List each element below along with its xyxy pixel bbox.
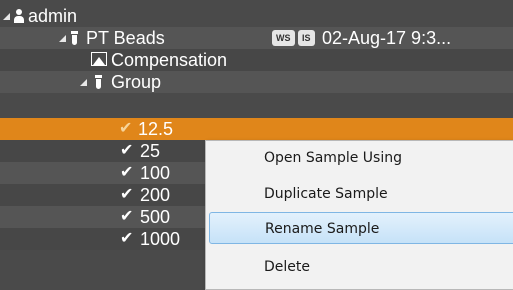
tree-node-label: Compensation xyxy=(111,50,228,70)
person-icon xyxy=(14,9,24,23)
menu-item-delete[interactable]: Delete xyxy=(209,251,513,283)
tree-node-compensation[interactable]: Compensation xyxy=(0,49,513,71)
sample-label: 100 xyxy=(140,163,171,183)
sample-label: 200 xyxy=(140,185,171,205)
tree-node-label: PT Beads xyxy=(86,28,165,48)
check-icon: ✔ xyxy=(120,164,134,181)
menu-item-rename-sample[interactable]: Rename Sample xyxy=(209,212,513,244)
menu-item-duplicate-sample[interactable]: Duplicate Sample xyxy=(209,178,513,210)
context-menu: Open Sample Using Duplicate Sample Renam… xyxy=(205,140,513,290)
tree-node-admin[interactable]: admin xyxy=(0,5,513,27)
is-badge: IS xyxy=(298,30,315,46)
tree-node-label: admin xyxy=(28,6,78,26)
tree-node-label: Group xyxy=(111,72,162,92)
tree-node-experiment[interactable]: PT Beads WS IS 02-Aug-17 9:3... xyxy=(0,27,513,49)
sample-label: 12.5 xyxy=(138,119,174,139)
check-icon: ✔ xyxy=(120,208,134,225)
check-icon: ✔ xyxy=(120,230,134,247)
sample-label: 500 xyxy=(140,207,171,227)
expand-triangle-icon[interactable] xyxy=(80,79,87,86)
check-icon: ✔ xyxy=(119,120,133,137)
tree-node-group[interactable]: Group xyxy=(0,71,513,93)
expand-triangle-icon[interactable] xyxy=(3,13,10,20)
ws-badge: WS xyxy=(272,30,295,46)
tree-node-sample[interactable]: ✔ 12.5 xyxy=(0,118,513,140)
experiment-date: 02-Aug-17 9:3... xyxy=(322,28,452,48)
image-icon xyxy=(91,52,107,66)
tube-icon xyxy=(71,31,78,45)
check-icon: ✔ xyxy=(120,142,134,159)
sample-label: 25 xyxy=(140,141,161,161)
menu-item-open-sample-using[interactable]: Open Sample Using xyxy=(209,142,513,174)
check-icon: ✔ xyxy=(120,186,134,203)
sample-label: 1000 xyxy=(140,229,181,249)
tube-icon xyxy=(95,75,102,89)
expand-triangle-icon[interactable] xyxy=(59,35,66,42)
